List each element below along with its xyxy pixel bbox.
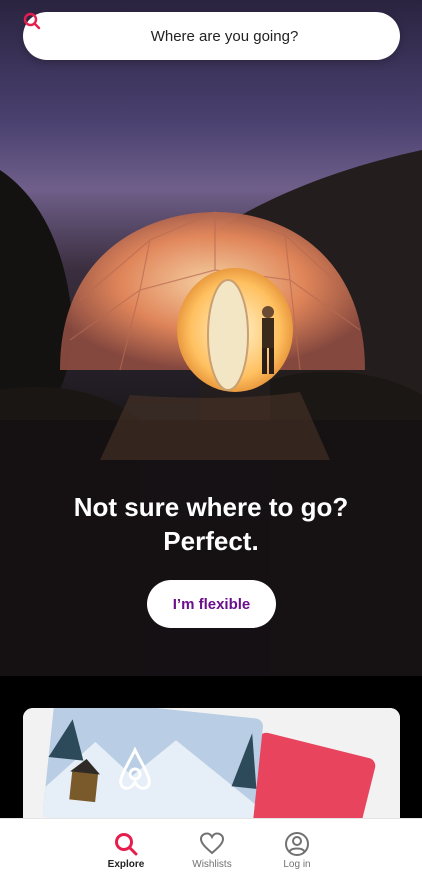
tab-explore-label: Explore [107, 859, 145, 870]
heart-icon [199, 831, 225, 857]
hero-headline-line2: Perfect. [163, 526, 259, 556]
tab-log-in-label: Log in [283, 859, 311, 870]
tab-log-in[interactable]: Log in [257, 831, 337, 870]
gift-card-promo[interactable] [23, 708, 400, 828]
hero-headline: Not sure where to go? Perfect. [0, 490, 422, 558]
im-flexible-button[interactable]: I’m flexible [147, 580, 276, 628]
tab-wishlists[interactable]: Wishlists [172, 831, 252, 870]
bottom-tab-bar: Explore Wishlists Log in [0, 818, 422, 883]
hero-headline-line1: Not sure where to go? [73, 492, 349, 522]
user-circle-icon [284, 831, 310, 857]
search-bar[interactable]: Where are you going? [23, 12, 400, 60]
search-icon [113, 831, 139, 857]
search-placeholder: Where are you going? [150, 27, 299, 45]
gift-card-image [23, 708, 400, 828]
tab-wishlists-label: Wishlists [192, 859, 232, 870]
hero-image [0, 150, 422, 676]
search-icon [23, 12, 143, 45]
tab-explore[interactable]: Explore [86, 831, 166, 870]
hero-banner: Where are you going? Not sure where to g… [0, 0, 422, 676]
